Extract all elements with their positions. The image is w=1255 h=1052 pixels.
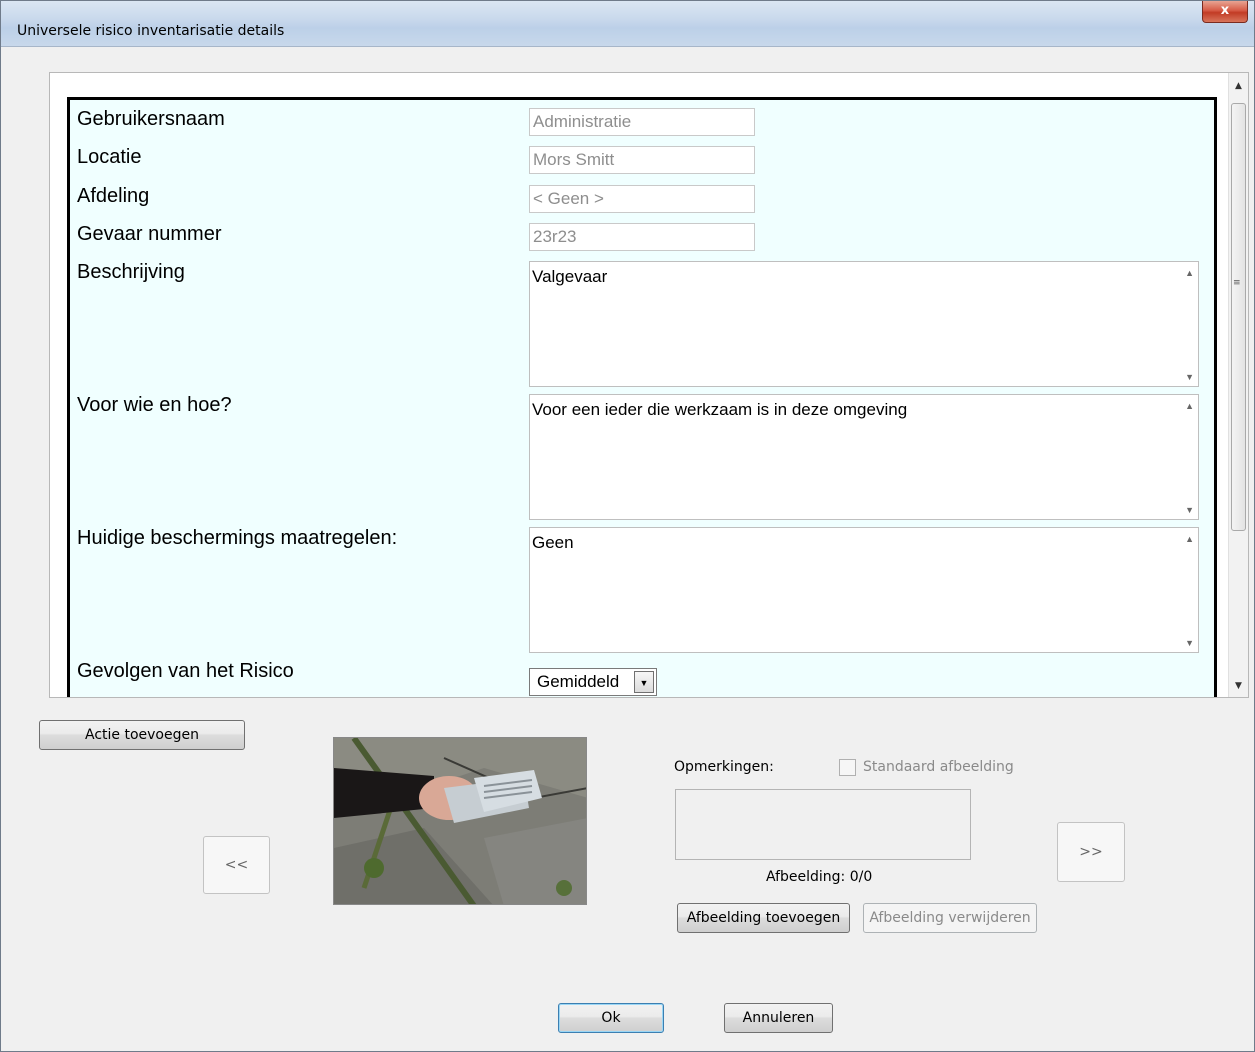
scroll-up-icon[interactable]: ▲ <box>1229 77 1248 95</box>
dialog-client: Gebruikersnaam Administratie Locatie Mor… <box>11 48 1249 1048</box>
description-textarea[interactable]: Valgevaar ▲ ▼ <box>529 261 1199 387</box>
standard-image-checkbox[interactable] <box>839 759 856 776</box>
consequences-selected: Gemiddeld <box>537 672 620 691</box>
remarks-label: Opmerkingen: <box>674 759 774 775</box>
for-whom-label: Voor wie en hoe? <box>77 394 232 416</box>
grip-icon: ≡ <box>1233 278 1241 288</box>
current-measures-textarea[interactable]: Geen ▲ ▼ <box>529 527 1199 653</box>
chevron-down-icon[interactable]: ▼ <box>634 671 654 693</box>
form-scrollbar[interactable]: ▲ ≡ ▼ <box>1228 73 1248 697</box>
scroll-up-icon[interactable]: ▲ <box>1185 534 1194 544</box>
scroll-up-icon[interactable]: ▲ <box>1185 401 1194 411</box>
image-counter: Afbeelding: 0/0 <box>766 869 873 885</box>
remove-image-button[interactable]: Afbeelding verwijderen <box>863 903 1037 933</box>
add-image-button[interactable]: Afbeelding toevoegen <box>677 903 850 933</box>
prev-image-button[interactable]: << <box>203 836 270 894</box>
standard-image-label: Standaard afbeelding <box>863 759 1014 775</box>
consequences-select[interactable]: Gemiddeld ▼ <box>529 668 657 696</box>
current-measures-text: Geen <box>532 533 574 552</box>
next-image-button[interactable]: >> <box>1057 822 1125 882</box>
department-label: Afdeling <box>77 185 150 207</box>
close-button[interactable]: x <box>1202 1 1248 23</box>
form-scroll-panel[interactable]: Gebruikersnaam Administratie Locatie Mor… <box>49 72 1249 698</box>
description-label: Beschrijving <box>77 261 185 283</box>
location-label: Locatie <box>77 146 142 168</box>
hazard-photo <box>333 737 587 905</box>
username-field: Administratie <box>529 108 755 136</box>
window-title: Universele risico inventarisatie details <box>17 23 285 39</box>
description-text: Valgevaar <box>532 267 608 286</box>
remarks-textarea[interactable] <box>675 789 971 860</box>
cancel-button[interactable]: Annuleren <box>724 1003 833 1033</box>
consequences-label: Gevolgen van het Risico <box>77 660 294 682</box>
scroll-thumb[interactable] <box>1231 103 1246 531</box>
hazard-number-label: Gevaar nummer <box>77 223 222 245</box>
for-whom-text: Voor een ieder die werkzaam is in deze o… <box>532 400 908 419</box>
scroll-down-icon[interactable]: ▼ <box>1229 677 1248 695</box>
username-label: Gebruikersnaam <box>77 108 225 130</box>
dialog-window: Universele risico inventarisatie details… <box>0 0 1255 1052</box>
for-whom-textarea[interactable]: Voor een ieder die werkzaam is in deze o… <box>529 394 1199 520</box>
ok-button[interactable]: Ok <box>558 1003 664 1033</box>
risk-form: Gebruikersnaam Administratie Locatie Mor… <box>67 97 1217 697</box>
scroll-down-icon[interactable]: ▼ <box>1185 638 1194 648</box>
hazard-number-field: 23r23 <box>529 223 755 251</box>
department-field: < Geen > <box>529 185 755 213</box>
add-action-button[interactable]: Actie toevoegen <box>39 720 245 750</box>
scroll-down-icon[interactable]: ▼ <box>1185 505 1194 515</box>
close-icon: x <box>1220 3 1230 18</box>
photo-image <box>334 738 586 904</box>
scroll-up-icon[interactable]: ▲ <box>1185 268 1194 278</box>
title-bar: Universele risico inventarisatie details… <box>1 1 1254 47</box>
current-measures-label: Huidige beschermings maatregelen: <box>77 527 398 549</box>
location-field: Mors Smitt <box>529 146 755 174</box>
scroll-down-icon[interactable]: ▼ <box>1185 372 1194 382</box>
